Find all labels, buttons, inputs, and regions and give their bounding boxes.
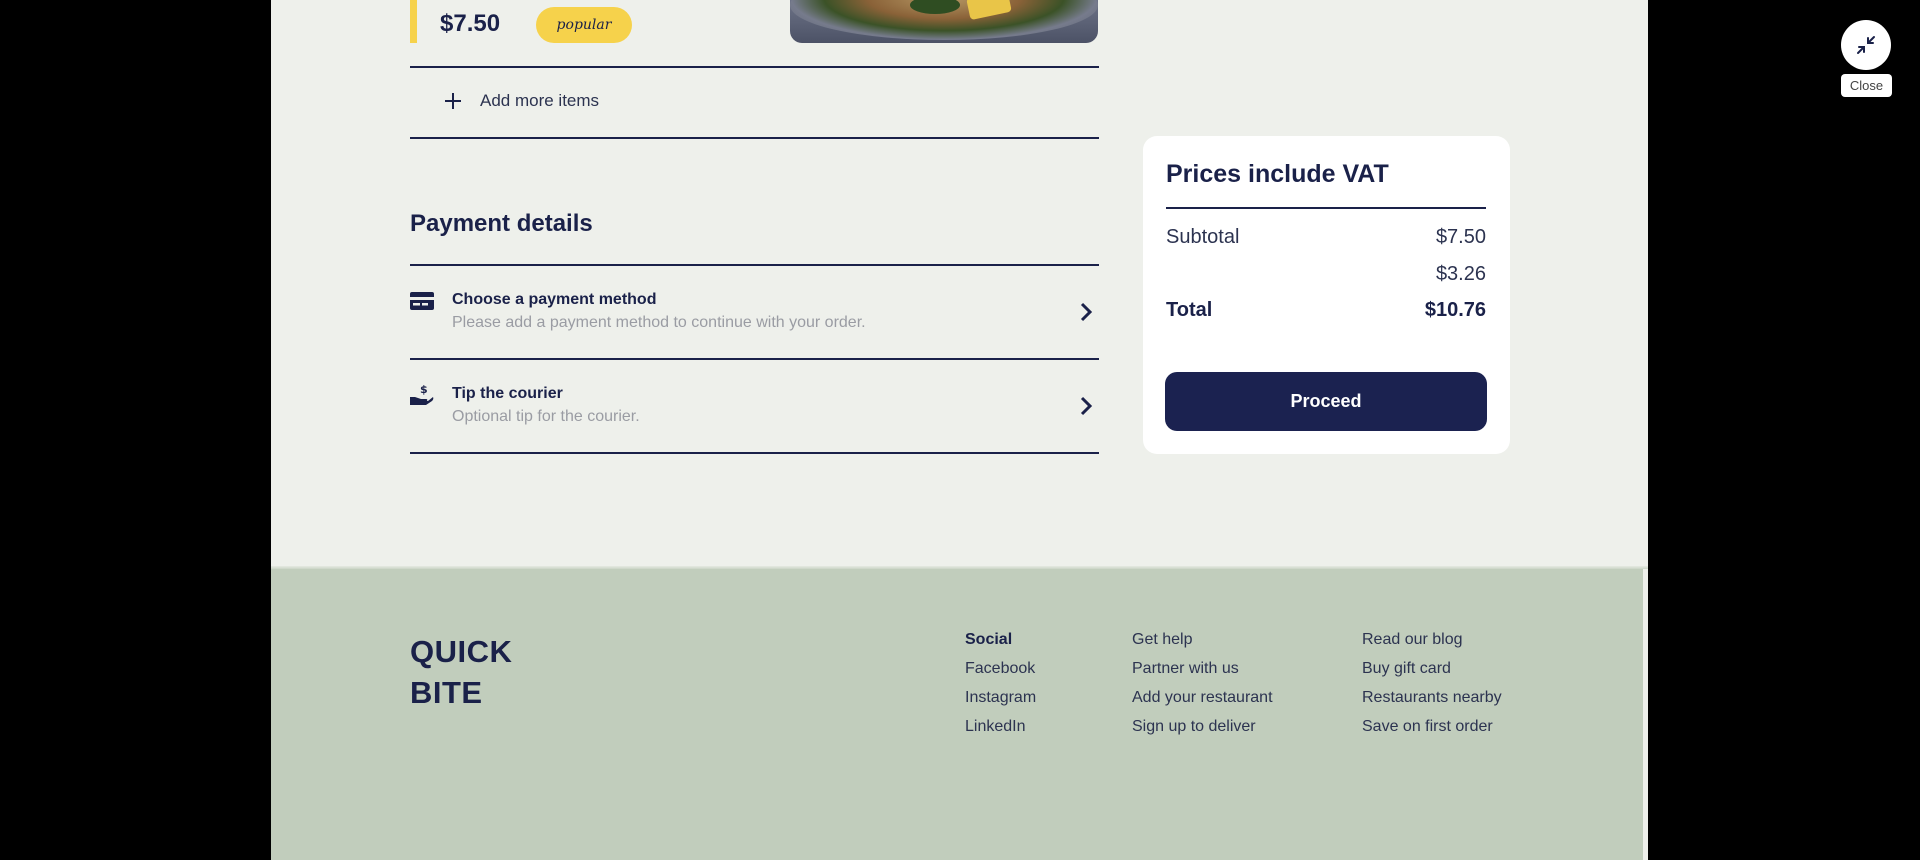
item-price: $7.50 <box>440 10 501 37</box>
credit-card-icon <box>410 292 434 310</box>
divider <box>410 137 1099 139</box>
footer-edge <box>1643 569 1648 860</box>
total-label: Total <box>1166 299 1213 321</box>
payment-method-subtitle: Please add a payment method to continue … <box>452 314 866 331</box>
checkout-page: $7.50 popular Add more items Payment det… <box>271 0 1648 860</box>
payment-method-row[interactable]: Choose a payment method Please add a pay… <box>410 266 1099 358</box>
add-more-items-button[interactable]: Add more items <box>410 70 1099 132</box>
instagram-link[interactable]: Instagram <box>965 689 1036 718</box>
order-summary-card: Prices include VAT Subtotal $7.50 $3.26 … <box>1143 136 1510 454</box>
get-help-link[interactable]: Get help <box>1132 631 1273 660</box>
payment-method-title: Choose a payment method <box>452 291 657 308</box>
total-value: $10.76 <box>1424 299 1486 321</box>
fee-value: $3.26 <box>1435 263 1486 285</box>
proceed-button[interactable]: Proceed <box>1165 372 1487 431</box>
first-order-link[interactable]: Save on first order <box>1362 718 1502 747</box>
subtotal-row: Subtotal $7.50 <box>1166 226 1486 249</box>
popular-badge: popular <box>536 7 632 43</box>
add-restaurant-link[interactable]: Add your restaurant <box>1132 689 1273 718</box>
payment-details-title: Payment details <box>410 210 593 237</box>
footer-social-column: Social Facebook Instagram LinkedIn <box>965 631 1036 747</box>
divider <box>410 452 1099 454</box>
logo-line-2: BITE <box>410 675 483 710</box>
partner-link[interactable]: Partner with us <box>1132 660 1273 689</box>
subtotal-label: Subtotal <box>1166 226 1240 248</box>
footer-more-column: Read our blog Buy gift card Restaurants … <box>1362 631 1502 747</box>
sign-up-deliver-link[interactable]: Sign up to deliver <box>1132 718 1273 747</box>
plus-icon <box>444 92 462 110</box>
svg-text:$: $ <box>420 384 428 396</box>
blog-link[interactable]: Read our blog <box>1362 631 1502 660</box>
divider <box>410 66 1099 68</box>
chevron-right-icon <box>1080 302 1093 322</box>
tip-courier-title: Tip the courier <box>452 385 563 402</box>
gift-card-link[interactable]: Buy gift card <box>1362 660 1502 689</box>
tip-courier-subtitle: Optional tip for the courier. <box>452 408 640 425</box>
restaurants-nearby-link[interactable]: Restaurants nearby <box>1362 689 1502 718</box>
logo[interactable]: QUICK BITE <box>410 631 512 713</box>
summary-heading: Prices include VAT <box>1166 160 1389 188</box>
item-accent-bar <box>410 0 417 43</box>
chevron-right-icon <box>1080 396 1093 416</box>
tip-courier-row[interactable]: $ Tip the courier Optional tip for the c… <box>410 360 1099 452</box>
food-image <box>790 0 1098 43</box>
fee-row: $3.26 <box>1166 263 1486 286</box>
hand-coin-icon: $ <box>410 384 434 405</box>
linkedin-link[interactable]: LinkedIn <box>965 718 1036 747</box>
footer: QUICK BITE Social Facebook Instagram Lin… <box>271 569 1643 860</box>
logo-line-1: QUICK <box>410 634 513 669</box>
subtotal-value: $7.50 <box>1435 226 1486 248</box>
minimize-icon <box>1857 36 1875 54</box>
facebook-link[interactable]: Facebook <box>965 660 1036 689</box>
close-label: Close <box>1841 74 1892 97</box>
divider <box>1166 207 1486 209</box>
total-row: Total $10.76 <box>1166 299 1486 322</box>
close-button[interactable] <box>1841 20 1891 70</box>
add-more-items-label: Add more items <box>480 91 600 110</box>
footer-help-column: Get help Partner with us Add your restau… <box>1132 631 1273 747</box>
social-heading: Social <box>965 631 1013 648</box>
